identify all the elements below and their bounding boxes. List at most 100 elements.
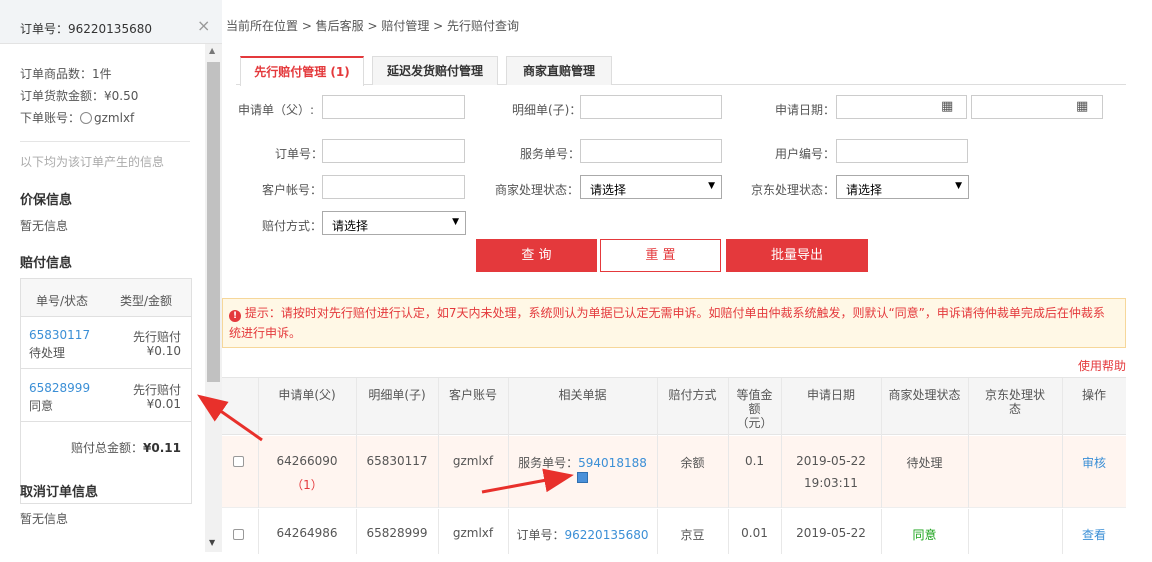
table-row: 64266090 （1） 65830117 gzmlxf 服务单号：594018…	[222, 436, 1126, 508]
divider	[781, 378, 782, 436]
warning-icon: !	[229, 310, 241, 322]
divider	[438, 378, 439, 436]
info-hint: 以下均为该订单产生的信息	[20, 155, 165, 169]
apply-no-input[interactable]	[322, 95, 465, 119]
pay-status: 待处理	[29, 346, 66, 360]
apply-date-start-input[interactable]: ▦	[836, 95, 967, 119]
col-related: 相关单据	[558, 388, 607, 402]
jd-status-value: 请选择	[846, 183, 883, 197]
calendar-icon[interactable]: ▦	[941, 99, 953, 114]
pay-no-link[interactable]: 65830117	[29, 328, 90, 342]
user-no-input[interactable]	[836, 139, 968, 163]
col-jd-status: 京东处理状 态	[968, 388, 1062, 416]
divider	[728, 436, 729, 508]
cell-detail-no: 65830117	[366, 454, 428, 468]
col-jd-status-line1: 京东处理状	[984, 388, 1045, 402]
divider	[657, 378, 658, 436]
user-face-icon	[80, 112, 93, 124]
query-button[interactable]: 查 询	[476, 239, 597, 272]
divider	[20, 141, 190, 142]
pay-total-label: 赔付总金额：	[71, 441, 144, 455]
jd-status-select[interactable]: 请选择 ▼	[836, 175, 969, 199]
tab-merchant-direct-pay[interactable]: 商家直赔管理	[506, 56, 612, 85]
cell-merchant-status: 同意	[912, 528, 937, 542]
detail-no-label: 明细单(子)：	[512, 103, 582, 117]
merchant-status-select[interactable]: 请选择 ▼	[580, 175, 722, 199]
batch-export-button[interactable]: 批量导出	[726, 239, 868, 272]
table-row: 64264986 65828999 gzmlxf 订单号：96220135680…	[222, 509, 1126, 554]
related-doc-link[interactable]: 594018188	[578, 456, 647, 470]
cell-apply-no: 64266090	[276, 454, 338, 468]
merchant-status-value: 请选择	[590, 183, 627, 197]
side-scrollbar[interactable]: ▲ ▼	[205, 44, 222, 552]
cell-related: 服务单号：594018188	[508, 454, 657, 471]
order-account-label: 下单账号：	[20, 111, 81, 125]
close-icon[interactable]: ×	[197, 16, 210, 35]
calendar-icon[interactable]: ▦	[1076, 99, 1088, 114]
order-account: 下单账号： gzmlxf	[20, 109, 134, 126]
dropdown-arrow-icon: ▼	[708, 181, 715, 191]
related-doc-link[interactable]: 96220135680	[565, 528, 649, 542]
dropdown-arrow-icon: ▼	[955, 181, 962, 191]
divider	[356, 436, 357, 508]
cell-time: 19:03:11	[804, 476, 858, 490]
divider	[258, 378, 259, 436]
tab-bar: 先行赔付管理 (1) 延迟发货赔付管理 商家直赔管理	[236, 56, 1126, 86]
merchant-status-label: 商家处理状态：	[495, 183, 580, 197]
tab-delay-delivery-pay[interactable]: 延迟发货赔付管理	[372, 56, 498, 85]
pay-method-label: 赔付方式：	[262, 219, 323, 233]
divider	[438, 436, 439, 508]
cell-date: 2019-05-22	[796, 454, 866, 468]
cell-amount: 0.01	[741, 526, 768, 540]
pay-type: 先行赔付	[132, 383, 181, 397]
cell-date: 2019-05-22	[796, 526, 866, 540]
col-merchant-status: 商家处理状态	[888, 388, 961, 402]
cancel-order-value: 暂无信息	[20, 512, 69, 526]
pay-no-link[interactable]: 65828999	[29, 381, 90, 395]
table-header: 申请单(父) 明细单(子) 客户账号 相关单据 赔付方式 等值金 额 （元） 申…	[222, 377, 1126, 436]
cell-detail-no: 65828999	[366, 526, 428, 540]
audit-link[interactable]: 审核	[1062, 454, 1126, 471]
insured-title: 价保信息	[20, 193, 73, 208]
col-detail: 明细单(子)	[368, 388, 426, 402]
divider	[258, 436, 259, 508]
scroll-up-icon[interactable]: ▲	[209, 46, 215, 55]
cell-merchant-status: 待处理	[906, 456, 943, 470]
row-checkbox[interactable]	[233, 529, 244, 540]
pay-method-select[interactable]: 请选择 ▼	[322, 211, 466, 235]
help-link[interactable]: 使用帮助	[1078, 357, 1126, 374]
service-no-input[interactable]	[580, 139, 722, 163]
cell-pay-method: 京豆	[680, 528, 705, 542]
view-link[interactable]: 查看	[1062, 526, 1126, 543]
cell-related-icon-wrap	[508, 472, 657, 486]
cell-related: 订单号：96220135680	[508, 526, 657, 543]
reset-button[interactable]: 重 置	[600, 239, 721, 272]
divider	[781, 436, 782, 508]
cell-amount: 0.1	[744, 454, 765, 468]
side-panel-header: 订单号：96220135680 ×	[0, 0, 222, 44]
divider	[968, 436, 969, 508]
pay-amount: ¥0.01	[146, 397, 181, 411]
order-account-value: gzmlxf	[94, 111, 135, 125]
scroll-down-icon[interactable]: ▼	[209, 538, 215, 547]
pay-info-header: 单号/状态 类型/金额	[21, 279, 191, 317]
detail-no-input[interactable]	[580, 95, 722, 119]
apply-date-end-input[interactable]: ▦	[971, 95, 1103, 119]
tab-advance-pay[interactable]: 先行赔付管理 (1)	[240, 56, 364, 86]
pay-method-value: 请选择	[332, 219, 369, 233]
row-checkbox[interactable]	[233, 456, 244, 467]
cell-pay-method: 余额	[680, 456, 705, 470]
cell-apply-sub: （1）	[291, 478, 323, 492]
notice-text-line2: 统进行申诉。	[229, 326, 302, 340]
goods-count: 订单商品数：1件	[20, 67, 112, 81]
scroll-thumb[interactable]	[207, 62, 220, 382]
order-no-input[interactable]	[322, 139, 465, 163]
cancel-order-title: 取消订单信息	[20, 485, 99, 500]
col-operation: 操作	[1081, 388, 1106, 402]
order-side-panel: 订单号：96220135680 × 订单商品数：1件 订单货款金额：¥0.50 …	[0, 0, 222, 552]
side-panel-body: 订单商品数：1件 订单货款金额：¥0.50 下单账号： gzmlxf 以下均为该订…	[0, 44, 204, 552]
jd-status-label: 京东处理状态：	[751, 183, 836, 197]
cell-related-label: 订单号：	[516, 528, 565, 542]
customer-account-input[interactable]	[322, 175, 465, 199]
document-icon[interactable]	[577, 472, 588, 483]
